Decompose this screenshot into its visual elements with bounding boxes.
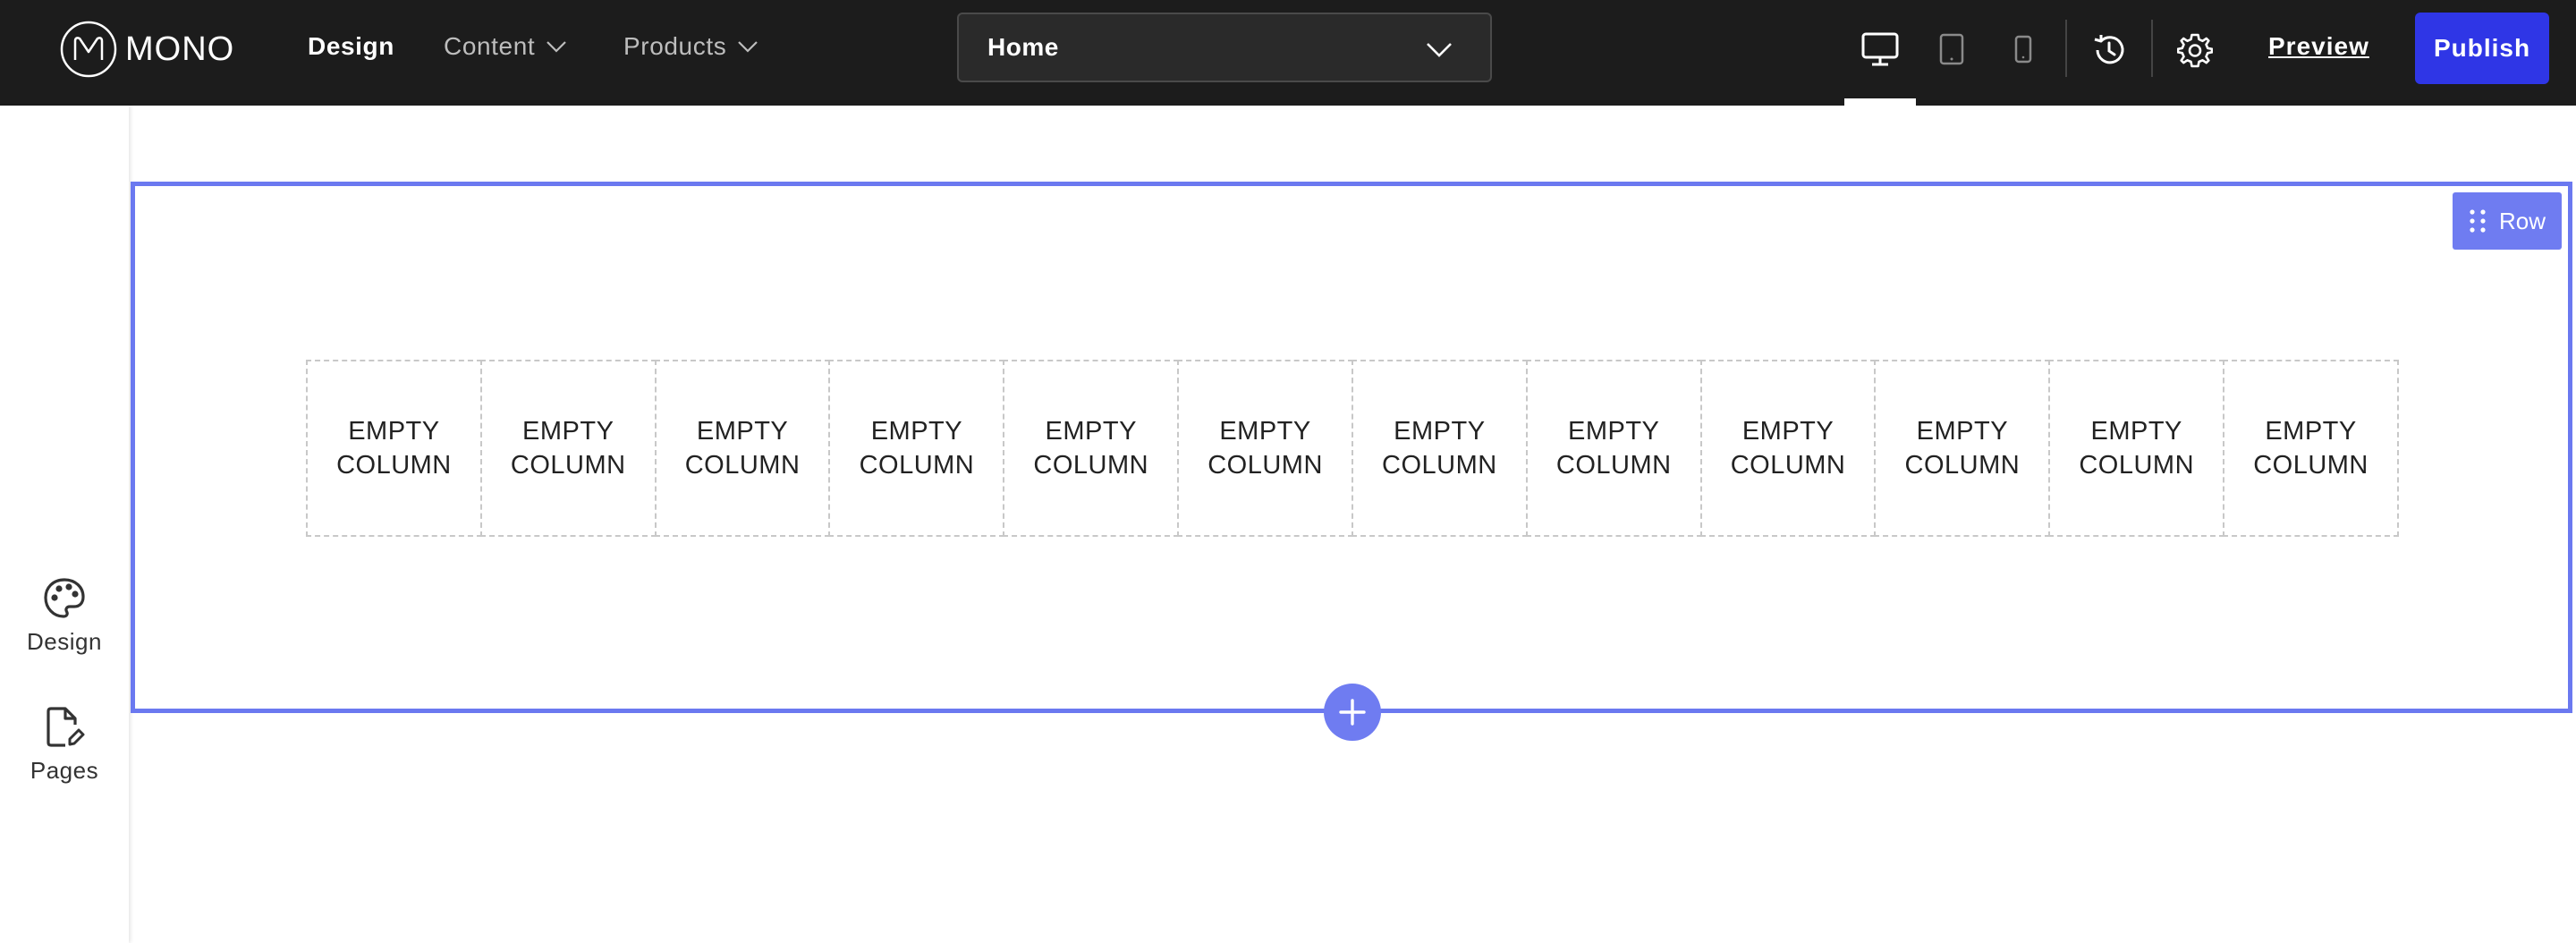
empty-column[interactable]: EMPTY COLUMN — [1525, 360, 1702, 537]
logo-mark-icon — [60, 21, 117, 78]
toolbar-divider — [2151, 20, 2153, 77]
sidebar-item-pages[interactable]: Pages — [0, 705, 129, 785]
nav-products-dropdown[interactable]: Products — [623, 29, 758, 64]
left-sidebar: Design Pages — [0, 106, 129, 943]
empty-column-label: COLUMN — [1208, 451, 1323, 480]
empty-column-label: EMPTY — [1568, 417, 1660, 446]
empty-column[interactable]: EMPTY COLUMN — [1699, 360, 1877, 537]
chevron-down-icon — [1427, 43, 1452, 57]
sidebar-item-design[interactable]: Design — [0, 576, 129, 656]
plus-icon — [1339, 699, 1366, 726]
empty-column[interactable]: EMPTY COLUMN — [1177, 360, 1353, 537]
columns-container: EMPTY COLUMN EMPTY COLUMN EMPTY COLUMN EMPT… — [306, 360, 2399, 537]
empty-column[interactable]: EMPTY COLUMN — [654, 360, 831, 537]
page-selector-value: Home — [987, 33, 1059, 61]
nav-content-label: Content — [444, 32, 536, 60]
empty-column[interactable]: EMPTY COLUMN — [828, 360, 1005, 537]
empty-column-label: EMPTY — [522, 417, 614, 446]
nav-products-label: Products — [623, 32, 727, 60]
nav-content-dropdown[interactable]: Content — [444, 29, 567, 64]
empty-column[interactable]: EMPTY COLUMN — [1003, 360, 1180, 537]
empty-column-label: EMPTY — [348, 417, 440, 446]
history-button[interactable] — [2082, 27, 2136, 73]
publish-button[interactable]: Publish — [2415, 13, 2549, 84]
gear-icon — [2177, 33, 2213, 68]
empty-column-label: EMPTY — [1045, 417, 1137, 446]
toolbar-divider — [2065, 20, 2067, 77]
drag-handle-icon[interactable] — [2469, 208, 2487, 234]
nav-design-label: Design — [308, 32, 394, 60]
empty-column-label: COLUMN — [1904, 451, 2021, 480]
chevron-down-icon — [738, 41, 758, 53]
tablet-view-button[interactable] — [1925, 27, 1979, 72]
preview-link[interactable]: Preview — [2268, 32, 2369, 61]
page-selector[interactable]: Home — [957, 13, 1492, 82]
logo-text: MONO — [125, 30, 235, 68]
empty-column-label: COLUMN — [2253, 451, 2368, 480]
empty-column-label: EMPTY — [1394, 417, 1486, 446]
row-badge-label: Row — [2499, 207, 2546, 234]
empty-column-label: COLUMN — [336, 451, 452, 480]
page-edit-icon — [47, 707, 85, 747]
tablet-icon — [1939, 33, 1964, 65]
history-icon — [2094, 35, 2124, 64]
logo[interactable]: MONO — [59, 18, 234, 81]
empty-column-label: COLUMN — [684, 451, 801, 480]
empty-column-label: EMPTY — [1741, 417, 1835, 446]
empty-column-label: COLUMN — [1033, 451, 1149, 480]
empty-column-label: COLUMN — [1555, 451, 1672, 480]
chevron-down-icon — [547, 41, 567, 53]
empty-column-label: COLUMN — [1730, 451, 1846, 480]
desktop-icon — [1861, 32, 1899, 66]
empty-column[interactable]: EMPTY COLUMN — [1351, 360, 1528, 537]
empty-column-label: EMPTY — [2090, 417, 2182, 446]
sidebar-item-label: Pages — [30, 757, 99, 784]
mobile-icon — [2014, 35, 2032, 64]
empty-column[interactable]: EMPTY COLUMN — [2223, 360, 2399, 537]
row-badge[interactable]: Row — [2453, 192, 2562, 250]
settings-button[interactable] — [2168, 27, 2222, 73]
empty-column-label: EMPTY — [696, 417, 789, 446]
top-bar: MONO Design Content Products Home Previe… — [0, 0, 2576, 106]
nav-design[interactable]: Design — [308, 29, 394, 64]
palette-icon — [44, 578, 85, 618]
empty-column[interactable]: EMPTY COLUMN — [1874, 360, 2051, 537]
empty-column-label: COLUMN — [1382, 451, 1497, 480]
sidebar-item-label: Design — [27, 628, 102, 655]
add-row-button[interactable] — [1324, 684, 1381, 741]
active-device-indicator — [1844, 98, 1916, 106]
empty-column-label: EMPTY — [1219, 417, 1311, 446]
empty-column-label: EMPTY — [1916, 417, 2009, 446]
empty-column-label: COLUMN — [859, 451, 975, 480]
empty-column-label: COLUMN — [510, 451, 626, 480]
empty-column[interactable]: EMPTY COLUMN — [2048, 360, 2225, 537]
mobile-view-button[interactable] — [1996, 27, 2050, 72]
empty-column-label: EMPTY — [870, 417, 963, 446]
desktop-view-button[interactable] — [1853, 27, 1907, 72]
empty-column-label: COLUMN — [2079, 451, 2195, 480]
empty-column[interactable]: EMPTY COLUMN — [479, 360, 657, 537]
empty-column[interactable]: EMPTY COLUMN — [306, 360, 482, 537]
empty-column-label: EMPTY — [2265, 417, 2357, 446]
